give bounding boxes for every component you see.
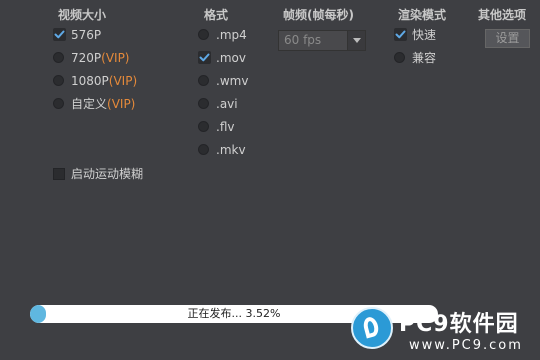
video-size-label: 自定义(VIP) [71, 97, 136, 111]
radio-button[interactable] [53, 75, 64, 86]
format-label: .mov [216, 51, 246, 65]
framerate-select[interactable]: 60 fps [278, 30, 366, 51]
framerate-value: 60 fps [284, 33, 322, 47]
pc9-logo-icon [351, 307, 393, 349]
render-mode-header: 渲染模式 [398, 8, 447, 22]
check-icon[interactable] [394, 28, 407, 41]
settings-button[interactable]: 设置 [485, 29, 530, 48]
radio-button[interactable] [53, 98, 64, 109]
motion-blur-label: 启动运动模糊 [71, 167, 144, 181]
radio-button[interactable] [53, 52, 64, 63]
video-size-label: 576P [71, 28, 102, 42]
video-size-header: 视频大小 [58, 8, 107, 22]
render-mode-label: 兼容 [412, 51, 437, 65]
render-mode-label: 快速 [412, 28, 437, 42]
vip-badge: (VIP) [108, 74, 138, 88]
other-options-header: 其他选项 [478, 8, 527, 22]
format-label: .mkv [216, 143, 246, 157]
radio-button[interactable] [394, 52, 405, 63]
radio-button[interactable] [198, 121, 209, 132]
radio-button[interactable] [198, 98, 209, 109]
radio-button[interactable] [198, 144, 209, 155]
motion-blur-checkbox[interactable] [53, 168, 65, 180]
watermark-url: www.PC9.com [409, 338, 523, 353]
check-icon[interactable] [198, 51, 211, 64]
vip-badge: (VIP) [101, 51, 130, 65]
video-size-label: 720P(VIP) [71, 51, 130, 65]
format-header: 格式 [204, 8, 229, 22]
format-label: .mp4 [216, 28, 247, 42]
watermark-title: PC9软件园 [399, 312, 519, 337]
watermark: PC9软件园 www.PC9.com [347, 300, 540, 360]
format-label: .avi [216, 97, 238, 111]
radio-button[interactable] [198, 29, 209, 40]
video-size-label: 1080P(VIP) [71, 74, 138, 88]
chevron-down-icon[interactable] [347, 31, 365, 50]
check-icon[interactable] [53, 28, 66, 41]
format-label: .wmv [216, 74, 249, 88]
vip-badge: (VIP) [107, 97, 136, 111]
format-label: .flv [216, 120, 235, 134]
radio-button[interactable] [198, 75, 209, 86]
framerate-header: 帧频(帧每秒) [283, 8, 354, 22]
